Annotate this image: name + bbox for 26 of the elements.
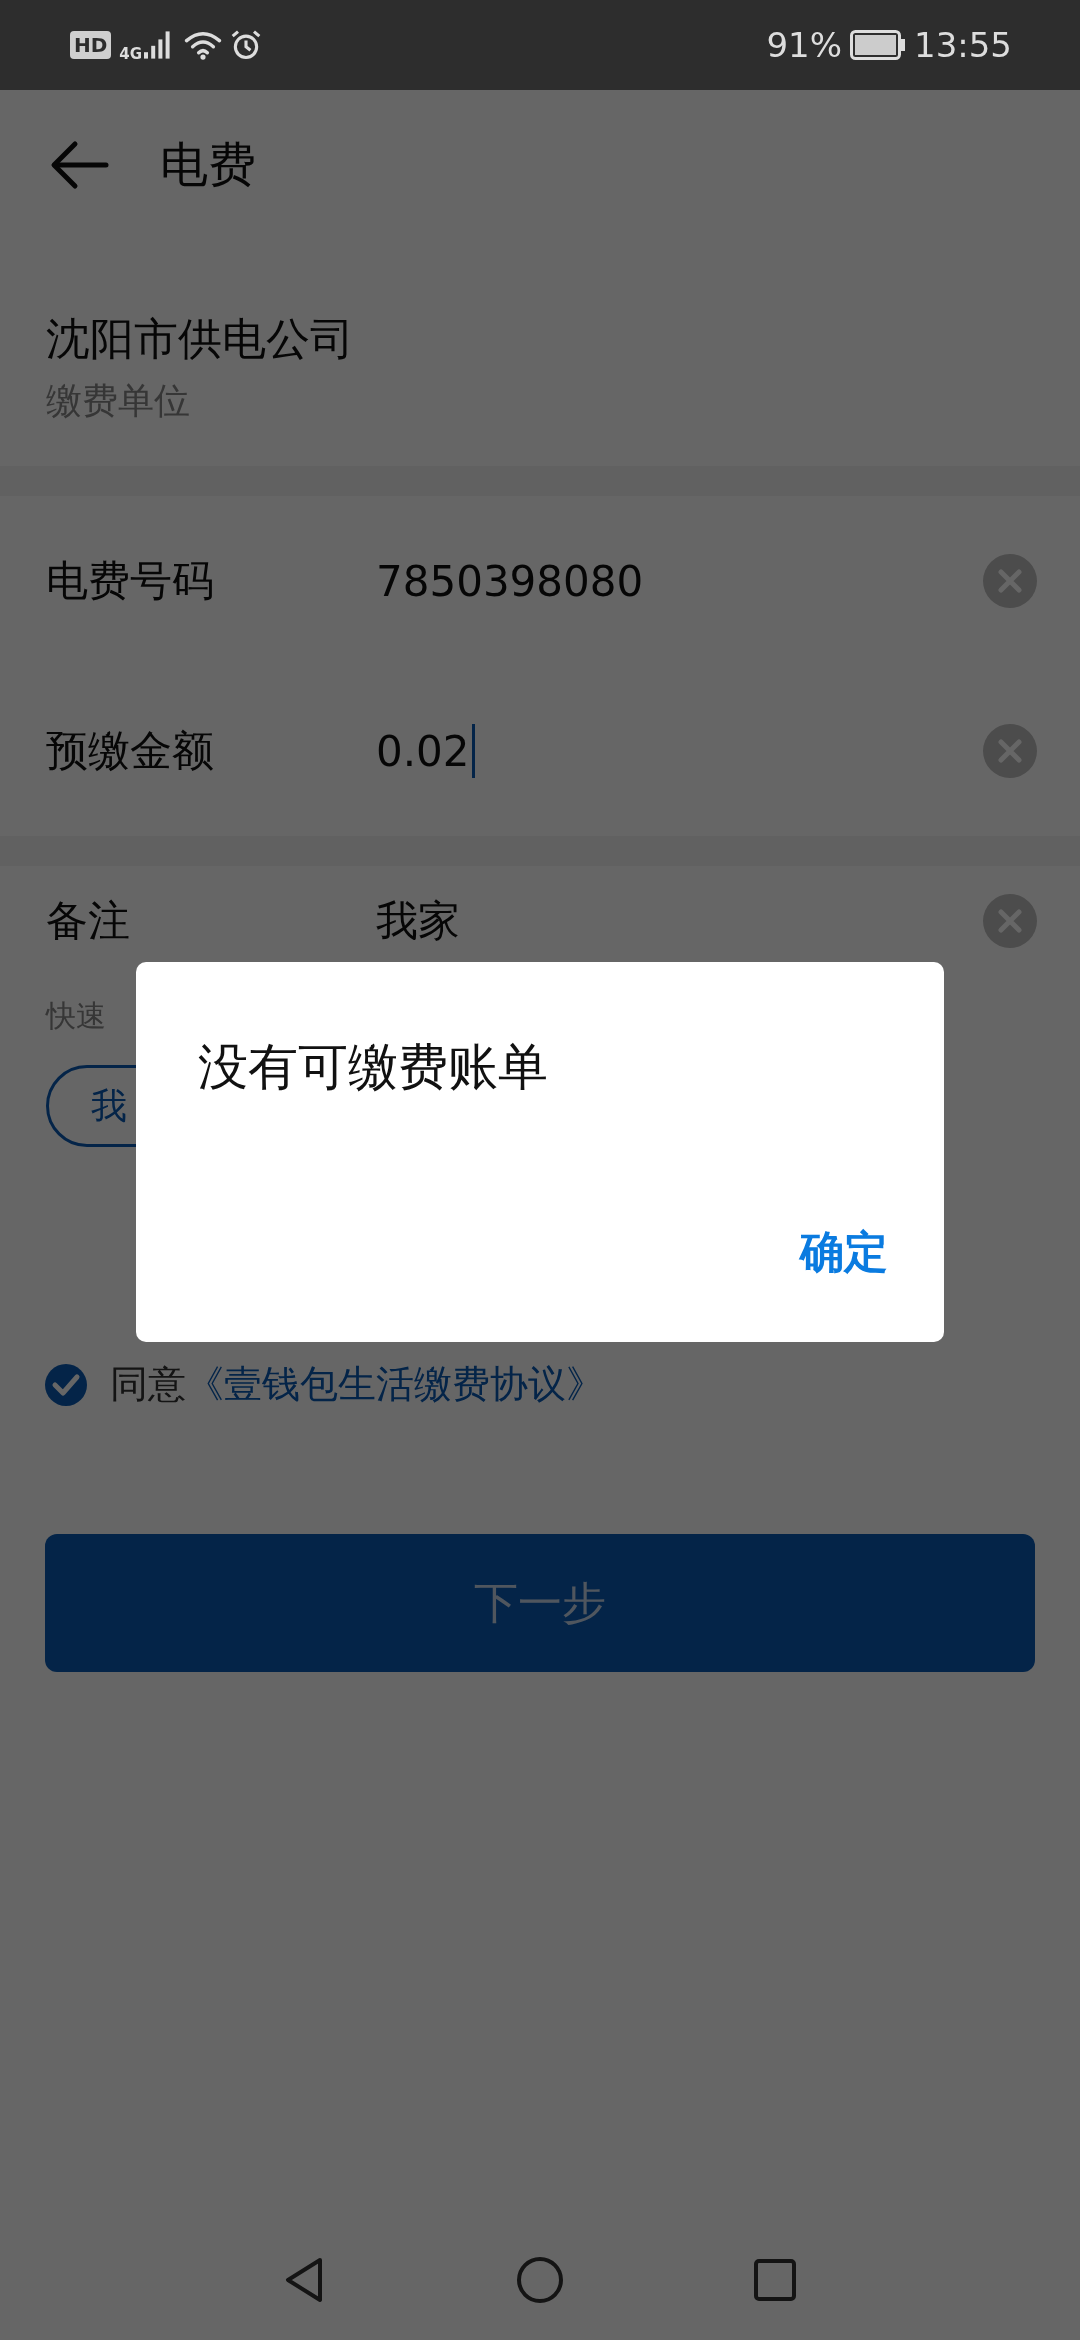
clear-icon [982, 893, 1038, 949]
network-type: 4G [119, 45, 143, 63]
field-label: 备注 [46, 895, 131, 947]
clock-time: 13:55 [914, 25, 1012, 65]
field-label: 电费号码 [46, 555, 215, 607]
back-button[interactable] [50, 140, 110, 190]
battery-icon [850, 30, 906, 60]
home-nav-icon [515, 2255, 565, 2305]
dialog-message: 没有可缴费账单 [198, 1037, 549, 1098]
wifi-icon [184, 30, 223, 60]
field-label: 预缴金额 [46, 725, 215, 777]
agreement-text: 同意《壹钱包生活缴费协议》 [110, 1361, 604, 1408]
input-field[interactable]: 0.02 [376, 724, 982, 778]
clear-icon [982, 723, 1038, 779]
page-title: 电费 [160, 135, 256, 194]
confirm-button[interactable]: 确定 [800, 1223, 888, 1282]
hd-badge: HD [70, 31, 112, 59]
input-field[interactable]: 7850398080 [376, 556, 982, 606]
alarm-icon [230, 29, 263, 61]
agreement-link[interactable]: 《壹钱包生活缴费协议》 [186, 1362, 604, 1406]
next-button[interactable]: 下一步 [45, 1534, 1035, 1672]
battery-percent: 91% [766, 25, 842, 65]
checkbox-icon[interactable] [44, 1362, 88, 1407]
input-field[interactable]: 我家 [376, 893, 982, 949]
payee-name: 沈阳市供电公司 [46, 312, 355, 366]
clear-icon [982, 553, 1038, 609]
